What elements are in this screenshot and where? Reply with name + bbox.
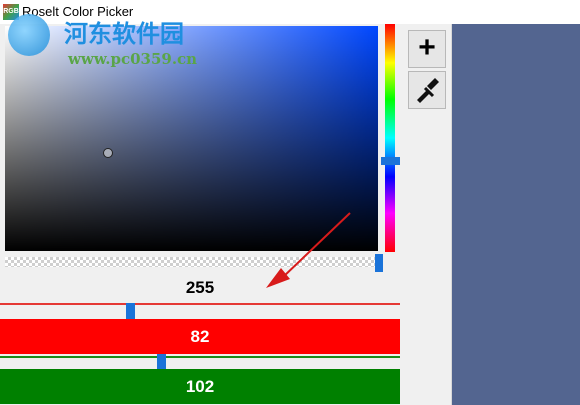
red-slider-track[interactable] bbox=[0, 303, 400, 305]
add-color-button[interactable]: + bbox=[408, 30, 446, 68]
alpha-value: 255 bbox=[185, 278, 215, 297]
color-picker-panel: 255 82 102 bbox=[0, 24, 402, 405]
eyedropper-icon bbox=[417, 78, 439, 103]
alpha-slider[interactable] bbox=[5, 257, 378, 267]
green-value: 102 bbox=[0, 369, 400, 404]
app-icon: RGB bbox=[3, 4, 19, 20]
eyedropper-button[interactable] bbox=[408, 71, 446, 109]
plus-icon: + bbox=[418, 31, 436, 64]
window-title: Roselt Color Picker bbox=[22, 4, 134, 19]
red-value: 82 bbox=[0, 319, 400, 354]
color-cursor[interactable] bbox=[103, 148, 113, 158]
green-slider-track[interactable] bbox=[0, 356, 400, 358]
hue-slider-thumb[interactable] bbox=[381, 157, 400, 165]
saturation-value-area[interactable] bbox=[5, 26, 378, 251]
hue-slider[interactable] bbox=[385, 24, 395, 252]
alpha-slider-thumb[interactable] bbox=[375, 254, 383, 272]
title-bar: RGB Roselt Color Picker bbox=[0, 0, 580, 24]
